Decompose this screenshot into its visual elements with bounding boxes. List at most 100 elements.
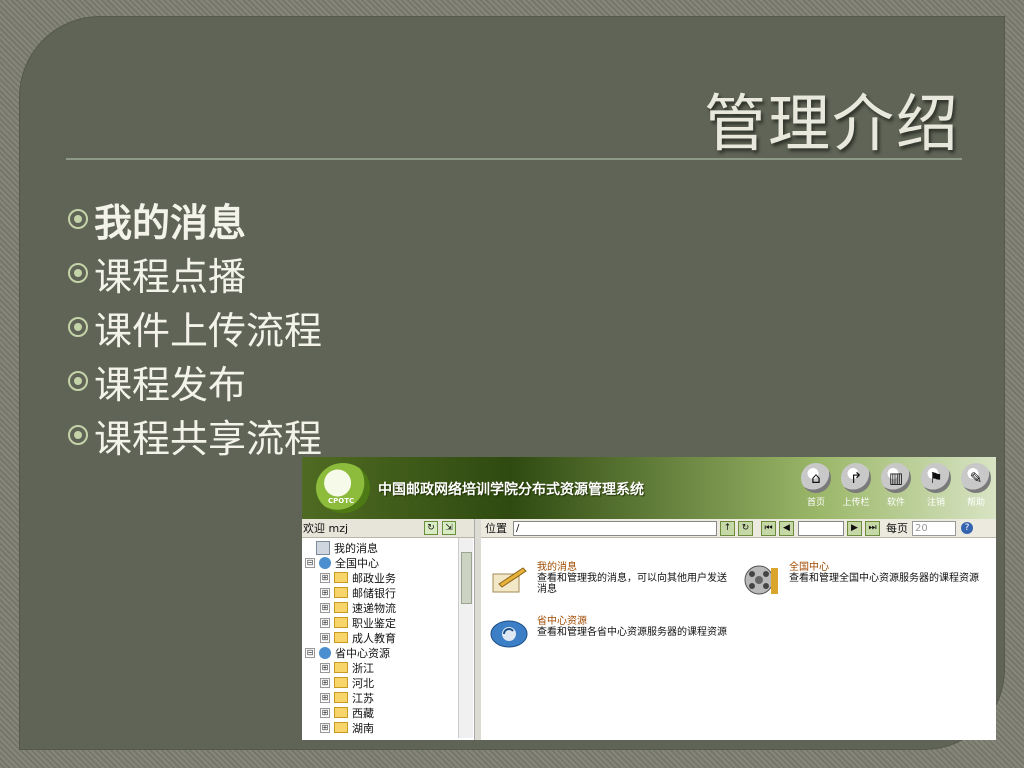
folder-icon	[334, 692, 348, 703]
per-page-label: 每页	[886, 522, 908, 535]
card-title: 全国中心	[789, 562, 829, 573]
folder-icon	[334, 722, 348, 733]
first-page-icon[interactable]: ⏮	[761, 520, 776, 536]
nav-home-button[interactable]: ⌂ 首页	[796, 463, 836, 508]
bullet-circle-icon	[68, 317, 88, 337]
scrollbar-thumb[interactable]	[461, 552, 472, 604]
cpotc-logo	[316, 463, 370, 513]
tree-item-folder[interactable]: ⊞ 河北	[320, 675, 374, 690]
card-my-messages[interactable]: 我的消息 查看和管理我的消息，可以向其他用户发送 消息	[489, 562, 727, 598]
tree-item-folder[interactable]: ⊞ 湖南	[320, 720, 374, 735]
card-national-center[interactable]: 全国中心 查看和管理全国中心资源服务器的课程资源	[741, 562, 979, 598]
tree-item-label: 速递物流	[352, 601, 396, 615]
card-description: 查看和管理全国中心资源服务器的课程资源	[789, 573, 979, 584]
upload-icon: ↱	[841, 463, 871, 493]
expand-icon[interactable]: ⊞	[320, 722, 330, 733]
nav-help-button[interactable]: ✎ 帮助	[956, 463, 996, 508]
logo-text: CPOTC	[328, 497, 355, 505]
nav-upload-button[interactable]: ↱ 上传栏	[836, 463, 876, 508]
system-title: 中国邮政网络培训学院分布式资源管理系统	[378, 482, 644, 498]
tree-item-folder[interactable]: ⊞ 成人教育	[320, 630, 396, 645]
tree-item-label: 河北	[352, 676, 374, 690]
tree-item-folder[interactable]: ⊞ 邮政业务	[320, 570, 396, 585]
refresh-icon[interactable]: ↻	[424, 521, 438, 535]
tree-item-label: 省中心资源	[335, 646, 390, 660]
tree-item-label: 邮储银行	[352, 586, 396, 600]
location-bar: 位置 / ↑ ↻ ⏮ ◀ ▶ ⏭ 每页 20 ?	[481, 519, 996, 538]
bullet-item: 课程共享流程	[68, 408, 322, 462]
location-path-field[interactable]: /	[513, 520, 717, 536]
resource-tree: 我的消息 ⊟ 全国中心 ⊞ 邮政业务 ⊞ 邮储银行 ⊞ 速递物流 ⊞ 职业鉴定 ⊞ 成人教育…	[302, 538, 474, 740]
expand-icon[interactable]: ⊞	[320, 677, 330, 688]
collapse-icon[interactable]: ⊟	[305, 647, 315, 658]
card-title: 省中心资源	[537, 616, 587, 627]
bullet-circle-icon	[68, 263, 88, 283]
bullet-label: 课件上传流程	[94, 308, 323, 353]
title-divider	[66, 158, 962, 160]
refresh-icon[interactable]: ↻	[738, 520, 753, 536]
expand-icon[interactable]: ⊞	[320, 572, 330, 583]
tree-item-label: 西藏	[352, 706, 374, 720]
tree-item-folder[interactable]: ⊞ 江苏	[320, 690, 374, 705]
tree-item-folder[interactable]: ⊞ 浙江	[320, 660, 374, 675]
tree-item-province-center[interactable]: ⊟ 省中心资源	[305, 645, 390, 660]
location-label: 位置	[485, 522, 507, 535]
nav-software-button[interactable]: ▥ 软件	[876, 463, 916, 508]
tree-item-folder[interactable]: ⊞ 西藏	[320, 705, 374, 720]
folder-icon	[334, 707, 348, 718]
edit-message-icon	[492, 567, 527, 593]
nav-label: 首页	[806, 498, 825, 508]
tree-item-my-messages[interactable]: 我的消息	[316, 540, 378, 555]
tree-item-label: 职业鉴定	[352, 616, 396, 630]
prev-page-icon[interactable]: ◀	[779, 520, 794, 536]
bullet-circle-icon	[68, 209, 88, 229]
bullet-label: 课程发布	[94, 362, 247, 407]
tree-item-label: 浙江	[352, 661, 374, 675]
expand-icon[interactable]: ⊞	[320, 587, 330, 598]
expand-icon[interactable]: ⇲	[442, 521, 456, 535]
bullet-list: 我的消息 课程点播 课件上传流程 课程发布 课程共享流程	[68, 192, 322, 462]
page-number-input[interactable]	[798, 520, 844, 536]
card-description: 查看和管理我的消息，可以向其他用户发送	[537, 573, 727, 584]
nav-logout-button[interactable]: ⚑ 注销	[916, 463, 956, 508]
tree-item-label: 湖南	[352, 721, 374, 735]
expand-icon[interactable]: ⊞	[320, 632, 330, 643]
card-province-center[interactable]: 省中心资源 查看和管理各省中心资源服务器的课程资源	[489, 616, 727, 652]
tree-item-label: 我的消息	[334, 541, 378, 555]
bullet-item: 我的消息	[68, 192, 322, 246]
per-page-select[interactable]: 20	[912, 520, 956, 536]
tree-item-label: 全国中心	[335, 556, 379, 570]
folder-icon	[334, 632, 348, 643]
software-icon: ▥	[881, 463, 911, 493]
last-page-icon[interactable]: ⏭	[865, 520, 880, 536]
refresh-disc-icon	[490, 620, 528, 648]
help-icon[interactable]: ?	[961, 522, 973, 534]
help-icon: ✎	[961, 463, 991, 493]
up-folder-icon[interactable]: ↑	[720, 520, 735, 536]
app-screenshot: CPOTC 中国邮政网络培训学院分布式资源管理系统 ⌂ 首页 ↱ 上传栏 ▥ 软件 ⚑…	[302, 457, 996, 740]
tree-item-folder[interactable]: ⊞ 速递物流	[320, 600, 396, 615]
folder-icon	[334, 602, 348, 613]
home-icon: ⌂	[801, 463, 831, 493]
tree-item-folder[interactable]: ⊞ 邮储银行	[320, 585, 396, 600]
expand-icon[interactable]: ⊞	[320, 662, 330, 673]
film-reel-icon	[744, 565, 778, 595]
tree-item-label: 江苏	[352, 691, 374, 705]
next-page-icon[interactable]: ▶	[847, 520, 862, 536]
tree-item-national-center[interactable]: ⊟ 全国中心	[305, 555, 379, 570]
nav-label: 软件	[886, 498, 905, 508]
tree-scrollbar[interactable]	[458, 538, 473, 738]
expand-icon[interactable]: ⊞	[320, 617, 330, 628]
expand-icon[interactable]: ⊞	[320, 692, 330, 703]
slide-title: 管理介绍	[703, 87, 960, 160]
top-nav: ⌂ 首页 ↱ 上传栏 ▥ 软件 ⚑ 注销 ✎ 帮助	[796, 463, 996, 508]
expand-icon[interactable]: ⊞	[320, 707, 330, 718]
tree-item-folder[interactable]: ⊞ 职业鉴定	[320, 615, 396, 630]
folder-icon	[334, 662, 348, 673]
expand-icon[interactable]: ⊞	[320, 602, 330, 613]
bullet-item: 课程发布	[68, 354, 322, 408]
collapse-icon[interactable]: ⊟	[305, 557, 315, 568]
nav-label: 上传栏	[842, 498, 870, 508]
nav-label: 注销	[926, 498, 945, 508]
folder-icon	[334, 617, 348, 628]
